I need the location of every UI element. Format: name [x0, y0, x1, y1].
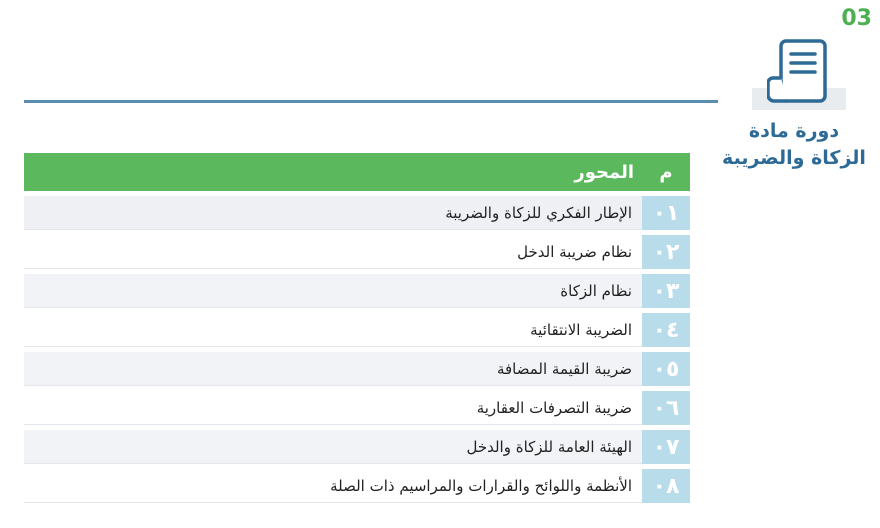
- table-row: ٠٢ نظام ضريبة الدخل: [24, 235, 690, 269]
- table-row: ٠٤ الضريبة الانتقائية: [24, 313, 690, 347]
- table-row: ٠٨ الأنظمة واللوائح والقرارات والمراسيم …: [24, 469, 690, 503]
- row-text: ضريبة القيمة المضافة: [24, 352, 642, 386]
- section-number: 03: [841, 6, 872, 31]
- document-scroll-icon: [767, 39, 827, 103]
- row-text: نظام الزكاة: [24, 274, 642, 308]
- row-number: ٠٦: [642, 391, 690, 425]
- column-header-axis: المحور: [574, 161, 634, 183]
- header-divider: [24, 100, 718, 103]
- row-text: الهيئة العامة للزكاة والدخل: [24, 430, 642, 464]
- row-text: الأنظمة واللوائح والقرارات والمراسيم ذات…: [24, 469, 642, 503]
- row-number: ٠٧: [642, 430, 690, 464]
- course-title-line2: الزكاة والضريبة: [722, 147, 866, 169]
- table-row: ٠٣ نظام الزكاة: [24, 274, 690, 308]
- course-axes-table: م المحور ٠١ الإطار الفكري للزكاة والضريب…: [24, 153, 690, 503]
- table-header: م المحور: [24, 153, 690, 191]
- column-header-number: م: [659, 161, 673, 183]
- row-text: الإطار الفكري للزكاة والضريبة: [24, 196, 642, 230]
- table-row: ٠١ الإطار الفكري للزكاة والضريبة: [24, 196, 690, 230]
- row-number: ٠١: [642, 196, 690, 230]
- row-text: نظام ضريبة الدخل: [24, 235, 642, 269]
- document-icon-box: [752, 38, 846, 110]
- row-number: ٠٢: [642, 235, 690, 269]
- row-text: الضريبة الانتقائية: [24, 313, 642, 347]
- course-title: دورة مادة الزكاة والضريبة: [716, 118, 872, 172]
- table-row: ٠٦ ضريبة التصرفات العقارية: [24, 391, 690, 425]
- table-row: ٠٧ الهيئة العامة للزكاة والدخل: [24, 430, 690, 464]
- row-number: ٠٨: [642, 469, 690, 503]
- row-text: ضريبة التصرفات العقارية: [24, 391, 642, 425]
- row-number: ٠٥: [642, 352, 690, 386]
- row-number: ٠٣: [642, 274, 690, 308]
- row-number: ٠٤: [642, 313, 690, 347]
- course-title-line1: دورة مادة: [748, 120, 840, 142]
- table-row: ٠٥ ضريبة القيمة المضافة: [24, 352, 690, 386]
